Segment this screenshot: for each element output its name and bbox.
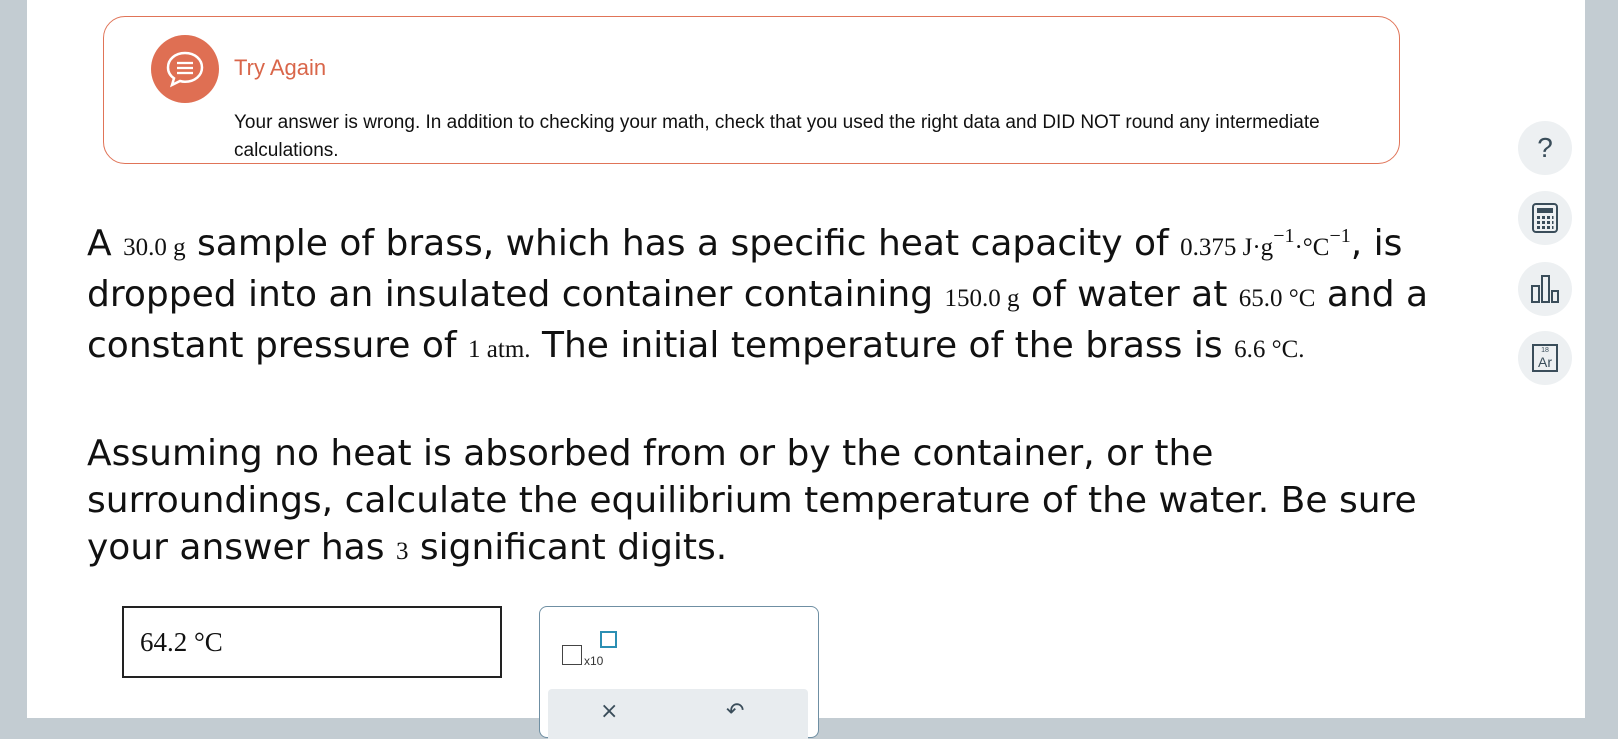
data-button[interactable] xyxy=(1518,262,1572,316)
bar-chart-icon xyxy=(1531,275,1559,303)
question-paragraph-2: Assuming no heat is absorbed from or by … xyxy=(87,430,1447,575)
tool-action-bar: × ↶ xyxy=(548,689,808,739)
clear-icon[interactable]: × xyxy=(600,699,618,724)
page: Try Again Your answer is wrong. In addit… xyxy=(27,0,1585,739)
q1-text: The initial temperature of the brass is xyxy=(530,325,1235,366)
atomic-number: 18 xyxy=(1541,347,1549,354)
answer-input[interactable]: 64.2 °C xyxy=(122,606,502,678)
q2-text: Assuming no heat is absorbed from or by … xyxy=(87,433,1417,568)
water-temperature: 65.0 °C xyxy=(1238,285,1316,312)
q2-text: significant digits. xyxy=(408,527,728,568)
brass-mass: 30.0 g xyxy=(123,234,186,261)
sig-digits: 3 xyxy=(395,538,409,565)
base-box-icon xyxy=(562,645,582,665)
calculator-button[interactable] xyxy=(1518,191,1572,245)
brass-temperature: 6.6 °C. xyxy=(1234,336,1305,363)
math-tools-panel: x10 × ↶ xyxy=(539,606,819,739)
element-symbol: Ar xyxy=(1538,354,1552,370)
help-icon: ? xyxy=(1537,132,1553,163)
x10-label: x10 xyxy=(584,654,604,668)
alert-message: Your answer is wrong. In addition to che… xyxy=(234,112,1320,161)
periodic-table-icon: 18 Ar xyxy=(1532,344,1558,372)
periodic-table-button[interactable]: 18 Ar xyxy=(1518,331,1572,385)
specific-heat-value: 0.375 J·g−1·°C−1 xyxy=(1180,224,1351,261)
help-button[interactable]: ? xyxy=(1518,121,1572,175)
water-mass: 150.0 g xyxy=(944,285,1020,312)
undo-icon[interactable]: ↶ xyxy=(726,699,744,724)
q1-text: of water at xyxy=(1019,274,1239,315)
scientific-notation-button[interactable]: x10 xyxy=(562,631,622,671)
pressure-value: 1 atm. xyxy=(468,336,531,363)
q1-text: sample of brass, which has a specific he… xyxy=(185,223,1181,264)
calculator-icon xyxy=(1532,203,1558,233)
exponent-box-icon xyxy=(600,631,617,648)
alert-title: Try Again xyxy=(234,55,327,80)
question-paragraph-1: A 30.0 g sample of brass, which has a sp… xyxy=(87,220,1447,373)
q1-text: A xyxy=(87,223,124,264)
chat-bubble-icon xyxy=(151,35,219,103)
try-again-alert: Try Again Your answer is wrong. In addit… xyxy=(103,16,1400,164)
